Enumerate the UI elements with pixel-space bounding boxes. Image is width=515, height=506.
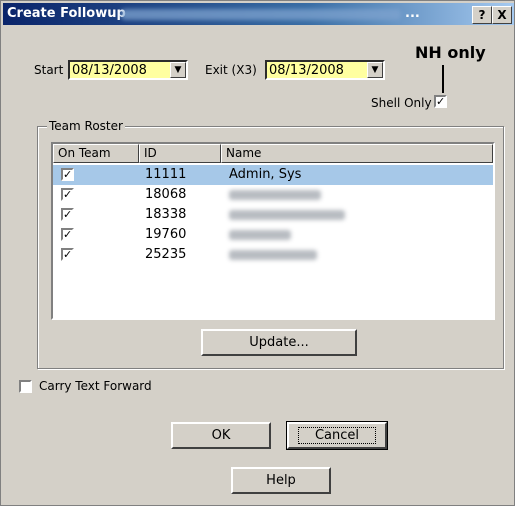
title-ellipsis: ... [405,6,420,21]
row-id: 18338 [145,207,187,222]
row-name-redacted [229,230,291,240]
chevron-down-icon[interactable]: ▼ [367,62,383,78]
check-mark-icon: ✓ [63,168,73,181]
window-title: Create Followup [7,6,126,21]
carry-text-forward-checkbox[interactable] [19,380,32,393]
check-mark-icon: ✓ [63,248,73,261]
start-date-combo[interactable]: 08/13/2008 ▼ [68,60,188,80]
table-row[interactable]: ✓ 18068 [53,185,493,205]
shell-only-checkbox[interactable]: ✓ [434,95,447,108]
on-team-checkbox[interactable]: ✓ [61,208,74,221]
row-name: Admin, Sys [229,167,302,182]
row-name-redacted [229,250,317,260]
chevron-down-icon[interactable]: ▼ [170,62,186,78]
on-team-checkbox[interactable]: ✓ [61,228,74,241]
row-id: 25235 [145,247,187,262]
annotation-pointer-line [442,65,444,93]
check-mark-icon: ✓ [63,188,73,201]
exit-date-value: 08/13/2008 [269,63,344,78]
cancel-button-label: Cancel [297,427,377,444]
ok-button[interactable]: OK [171,422,271,449]
table-row[interactable]: ✓ 18338 [53,205,493,225]
row-name-redacted [229,210,345,220]
table-row[interactable]: ✓ 25235 [53,245,493,265]
close-icon[interactable]: X [492,6,512,24]
team-roster-title: Team Roster [47,119,125,133]
on-team-checkbox[interactable]: ✓ [61,188,74,201]
on-team-checkbox[interactable]: ✓ [61,248,74,261]
start-date-value: 08/13/2008 [72,63,147,78]
title-bar[interactable]: Create Followup ... ? X [3,3,514,25]
team-roster-list[interactable]: On Team ID Name ✓ 11111 Admin, Sys ✓ 180… [51,142,495,320]
check-mark-icon: ✓ [436,95,446,108]
nh-only-annotation: NH only [415,43,486,62]
shell-only-label: Shell Only [371,96,432,110]
row-name-redacted [229,190,321,200]
cancel-button[interactable]: Cancel [286,421,388,450]
check-mark-icon: ✓ [63,228,73,241]
carry-text-forward-label: Carry Text Forward [39,379,152,393]
column-header-name[interactable]: Name [221,144,493,163]
exit-date-combo[interactable]: 08/13/2008 ▼ [265,60,385,80]
start-label: Start [34,63,64,77]
title-subtitle-redacted [121,9,401,20]
on-team-checkbox[interactable]: ✓ [61,168,74,181]
table-row[interactable]: ✓ 11111 Admin, Sys [53,165,493,185]
row-id: 11111 [145,167,187,182]
check-mark-icon: ✓ [63,208,73,221]
help-button[interactable]: Help [231,467,331,494]
column-header-id[interactable]: ID [139,144,221,163]
table-row[interactable]: ✓ 19760 [53,225,493,245]
exit-label: Exit (X3) [205,63,257,77]
create-followup-dialog: Create Followup ... ? X Start 08/13/2008… [0,0,515,506]
update-button[interactable]: Update... [201,329,357,356]
row-id: 19760 [145,227,187,242]
help-icon[interactable]: ? [472,6,492,24]
row-id: 18068 [145,187,187,202]
column-header-on-team[interactable]: On Team [53,144,139,163]
